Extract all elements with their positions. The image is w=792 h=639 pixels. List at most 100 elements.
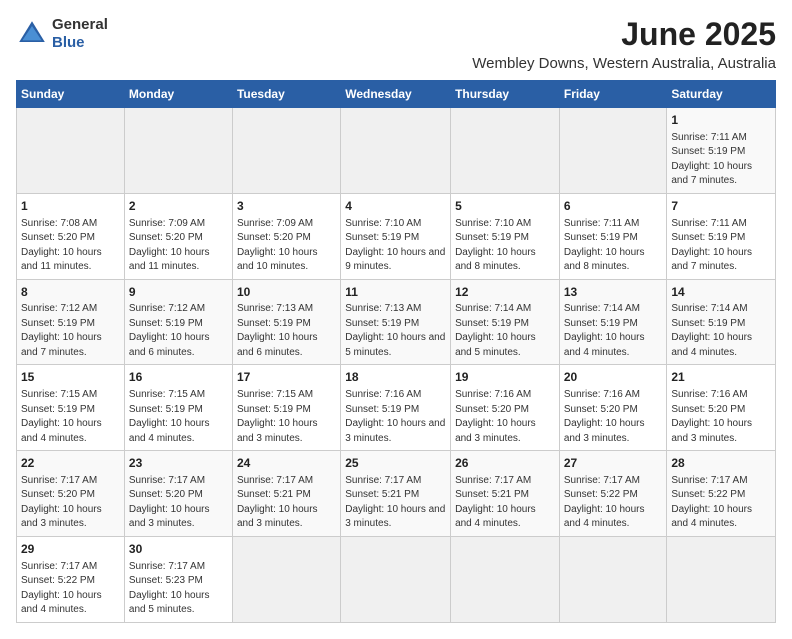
week-row-5: 22 Sunrise: 7:17 AMSunset: 5:20 PMDayligh… <box>17 451 776 537</box>
day-cell <box>17 108 125 194</box>
day-info: Sunrise: 7:09 AMSunset: 5:20 PMDaylight:… <box>129 217 228 275</box>
day-number: 2 <box>129 198 228 215</box>
day-number: 15 <box>21 369 120 386</box>
day-number: 27 <box>564 455 663 472</box>
day-cell: 29 Sunrise: 7:17 AMSunset: 5:22 PMDayligh… <box>17 536 125 622</box>
day-cell <box>341 536 451 622</box>
title-block: June 2025 Wembley Downs, Western Austral… <box>472 16 776 72</box>
day-number: 8 <box>21 284 120 301</box>
month-title: June 2025 <box>472 16 776 53</box>
day-info: Sunrise: 7:13 AMSunset: 5:19 PMDaylight:… <box>345 302 446 360</box>
day-number: 16 <box>129 369 228 386</box>
day-number: 26 <box>455 455 555 472</box>
week-row-3: 8Sunrise: 7:12 AMSunset: 5:19 PMDaylight… <box>17 279 776 365</box>
day-info: Sunrise: 7:12 AMSunset: 5:19 PMDaylight:… <box>129 302 228 360</box>
header-day-saturday: Saturday <box>667 81 776 108</box>
day-cell: 7Sunrise: 7:11 AMSunset: 5:19 PMDaylight… <box>667 193 776 279</box>
calendar-body: 1 Sunrise: 7:11 AMSunset: 5:19 PMDaylight… <box>17 108 776 623</box>
day-number: 22 <box>21 455 120 472</box>
header-day-thursday: Thursday <box>451 81 560 108</box>
day-cell <box>451 536 560 622</box>
day-info: Sunrise: 7:14 AMSunset: 5:19 PMDaylight:… <box>671 302 771 360</box>
day-cell: 21Sunrise: 7:16 AMSunset: 5:20 PMDayligh… <box>667 365 776 451</box>
header-row: SundayMondayTuesdayWednesdayThursdayFrid… <box>17 81 776 108</box>
day-cell: 9Sunrise: 7:12 AMSunset: 5:19 PMDaylight… <box>124 279 232 365</box>
day-number: 6 <box>564 198 663 215</box>
day-cell: 25Sunrise: 7:17 AMSunset: 5:21 PMDayligh… <box>341 451 451 537</box>
day-cell: 15 Sunrise: 7:15 AMSunset: 5:19 PMDayligh… <box>17 365 125 451</box>
day-info: Sunrise: 7:11 AMSunset: 5:19 PMDaylight:… <box>564 217 663 275</box>
day-info: Sunrise: 7:11 AMSunset: 5:19 PMDaylight:… <box>671 131 771 189</box>
header-day-wednesday: Wednesday <box>341 81 451 108</box>
day-info: Sunrise: 7:16 AMSunset: 5:20 PMDaylight:… <box>671 388 771 446</box>
day-cell: 14Sunrise: 7:14 AMSunset: 5:19 PMDayligh… <box>667 279 776 365</box>
day-cell <box>124 108 232 194</box>
day-info: Sunrise: 7:13 AMSunset: 5:19 PMDaylight:… <box>237 302 336 360</box>
day-number: 1 <box>21 198 120 215</box>
day-cell: 26 Sunrise: 7:17 AMSunset: 5:21 PMDayligh… <box>451 451 560 537</box>
day-number: 7 <box>671 198 771 215</box>
day-info: Sunrise: 7:15 AMSunset: 5:19 PMDaylight:… <box>21 388 120 446</box>
day-info: Sunrise: 7:14 AMSunset: 5:19 PMDaylight:… <box>564 302 663 360</box>
day-info: Sunrise: 7:17 AMSunset: 5:21 PMDaylight:… <box>455 474 555 532</box>
day-info: Sunrise: 7:17 AMSunset: 5:21 PMDaylight:… <box>237 474 336 532</box>
logo-icon <box>16 18 48 50</box>
day-number: 4 <box>345 198 446 215</box>
day-number: 23 <box>129 455 228 472</box>
day-number: 13 <box>564 284 663 301</box>
day-cell: 10Sunrise: 7:13 AMSunset: 5:19 PMDayligh… <box>232 279 340 365</box>
day-info: Sunrise: 7:09 AMSunset: 5:20 PMDaylight:… <box>237 217 336 275</box>
day-cell: 11Sunrise: 7:13 AMSunset: 5:19 PMDayligh… <box>341 279 451 365</box>
day-cell: 6 Sunrise: 7:11 AMSunset: 5:19 PMDaylight… <box>559 193 667 279</box>
day-info: Sunrise: 7:12 AMSunset: 5:19 PMDaylight:… <box>21 302 120 360</box>
day-cell: 19Sunrise: 7:16 AMSunset: 5:20 PMDayligh… <box>451 365 560 451</box>
day-cell: 5 Sunrise: 7:10 AMSunset: 5:19 PMDaylight… <box>451 193 560 279</box>
day-info: Sunrise: 7:16 AMSunset: 5:19 PMDaylight:… <box>345 388 446 446</box>
day-cell: 20Sunrise: 7:16 AMSunset: 5:20 PMDayligh… <box>559 365 667 451</box>
day-cell: 23 Sunrise: 7:17 AMSunset: 5:20 PMDayligh… <box>124 451 232 537</box>
day-info: Sunrise: 7:17 AMSunset: 5:20 PMDaylight:… <box>21 474 120 532</box>
day-cell: 12Sunrise: 7:14 AMSunset: 5:19 PMDayligh… <box>451 279 560 365</box>
calendar: SundayMondayTuesdayWednesdayThursdayFrid… <box>16 80 776 623</box>
logo: General Blue <box>16 16 108 52</box>
day-info: Sunrise: 7:17 AMSunset: 5:20 PMDaylight:… <box>129 474 228 532</box>
day-info: Sunrise: 7:08 AMSunset: 5:20 PMDaylight:… <box>21 217 120 275</box>
location-title: Wembley Downs, Western Australia, Austra… <box>472 55 776 72</box>
day-number: 20 <box>564 369 663 386</box>
day-number: 28 <box>671 455 771 472</box>
day-cell <box>559 536 667 622</box>
day-cell: 8Sunrise: 7:12 AMSunset: 5:19 PMDaylight… <box>17 279 125 365</box>
day-cell: 1 Sunrise: 7:08 AMSunset: 5:20 PMDaylight… <box>17 193 125 279</box>
logo-text: General Blue <box>52 16 108 52</box>
week-row-4: 15 Sunrise: 7:15 AMSunset: 5:19 PMDayligh… <box>17 365 776 451</box>
day-cell: 4 Sunrise: 7:10 AMSunset: 5:19 PMDaylight… <box>341 193 451 279</box>
calendar-header: SundayMondayTuesdayWednesdayThursdayFrid… <box>17 81 776 108</box>
day-cell <box>232 536 340 622</box>
day-cell: 1Sunrise: 7:11 AMSunset: 5:19 PMDaylight… <box>667 108 776 194</box>
day-number: 25 <box>345 455 446 472</box>
day-cell: 22 Sunrise: 7:17 AMSunset: 5:20 PMDayligh… <box>17 451 125 537</box>
day-cell <box>559 108 667 194</box>
day-info: Sunrise: 7:10 AMSunset: 5:19 PMDaylight:… <box>345 217 446 275</box>
header-day-monday: Monday <box>124 81 232 108</box>
day-info: Sunrise: 7:17 AMSunset: 5:22 PMDaylight:… <box>671 474 771 532</box>
day-number: 30 <box>129 541 228 558</box>
day-number: 29 <box>21 541 120 558</box>
day-cell <box>451 108 560 194</box>
day-cell: 18 Sunrise: 7:16 AMSunset: 5:19 PMDayligh… <box>341 365 451 451</box>
week-row-2: 1 Sunrise: 7:08 AMSunset: 5:20 PMDaylight… <box>17 193 776 279</box>
day-number: 17 <box>237 369 336 386</box>
day-number: 3 <box>237 198 336 215</box>
day-cell: 27Sunrise: 7:17 AMSunset: 5:22 PMDayligh… <box>559 451 667 537</box>
header-day-sunday: Sunday <box>17 81 125 108</box>
day-number: 5 <box>455 198 555 215</box>
day-info: Sunrise: 7:15 AMSunset: 5:19 PMDaylight:… <box>129 388 228 446</box>
day-info: Sunrise: 7:10 AMSunset: 5:19 PMDaylight:… <box>455 217 555 275</box>
day-info: Sunrise: 7:17 AMSunset: 5:22 PMDaylight:… <box>21 560 120 618</box>
day-number: 19 <box>455 369 555 386</box>
day-info: Sunrise: 7:15 AMSunset: 5:19 PMDaylight:… <box>237 388 336 446</box>
day-cell: 2 Sunrise: 7:09 AMSunset: 5:20 PMDaylight… <box>124 193 232 279</box>
day-cell: 24Sunrise: 7:17 AMSunset: 5:21 PMDayligh… <box>232 451 340 537</box>
day-number: 18 <box>345 369 446 386</box>
week-row-1: 1Sunrise: 7:11 AMSunset: 5:19 PMDaylight… <box>17 108 776 194</box>
